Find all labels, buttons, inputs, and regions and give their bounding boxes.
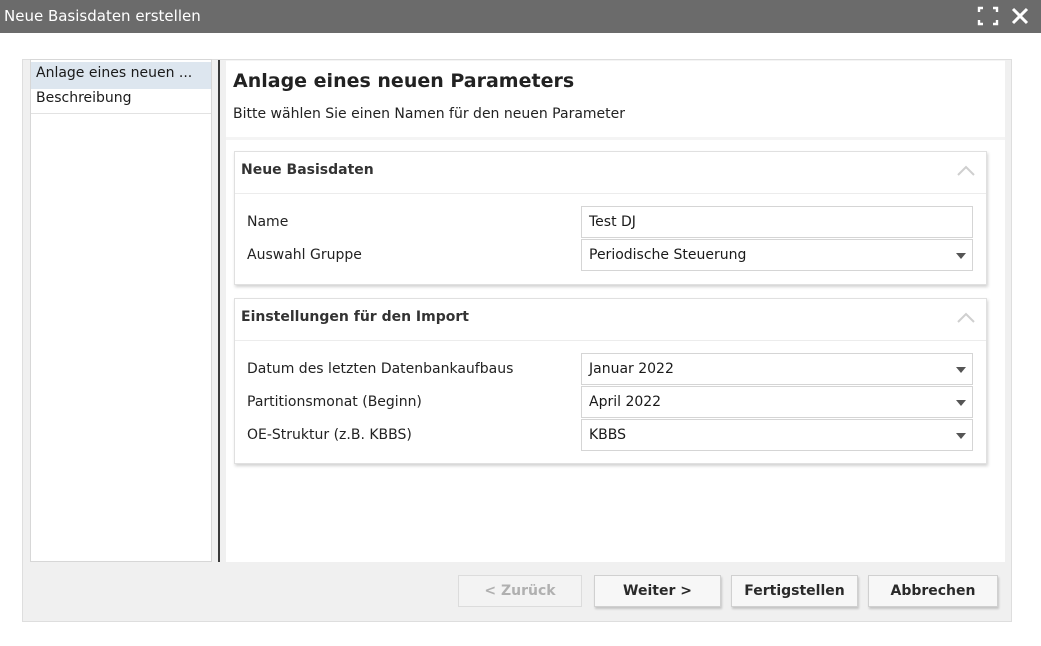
wizard-step-list: Anlage eines neuen ... Beschreibung — [30, 59, 212, 562]
datum-datenbankaufbau-select[interactable]: Januar 2022 — [581, 353, 973, 385]
panel-title: Neue Basisdaten — [241, 162, 374, 178]
name-input-value: Test DJ — [589, 214, 636, 230]
close-icon[interactable] — [1009, 6, 1031, 26]
auswahl-gruppe-value: Periodische Steuerung — [589, 247, 747, 263]
oe-struktur-label: OE-Struktur (z.B. KBBS) — [247, 427, 412, 443]
oe-struktur-value: KBBS — [589, 427, 627, 443]
wizard-step-label: Anlage eines neuen ... — [36, 65, 193, 81]
cancel-button[interactable]: Abbrechen — [868, 575, 998, 607]
panel-title: Einstellungen für den Import — [241, 309, 469, 325]
oe-struktur-select[interactable]: KBBS — [581, 419, 973, 451]
chevron-up-icon[interactable] — [956, 310, 976, 324]
dropdown-arrow-icon — [956, 433, 966, 439]
name-label: Name — [247, 214, 289, 230]
page-subtitle: Bitte wählen Sie einen Namen für den neu… — [233, 106, 626, 122]
partitionsmonat-value: April 2022 — [589, 394, 662, 410]
dropdown-arrow-icon — [956, 253, 966, 259]
dropdown-arrow-icon — [956, 400, 966, 406]
panel-divider — [235, 340, 986, 341]
next-button[interactable]: Weiter > — [594, 575, 721, 607]
auswahl-gruppe-label: Auswahl Gruppe — [247, 247, 362, 263]
partitionsmonat-select[interactable]: April 2022 — [581, 386, 973, 418]
wizard-step-anlage[interactable]: Anlage eines neuen ... — [31, 62, 211, 89]
window-titlebar: Neue Basisdaten erstellen — [0, 0, 1041, 33]
name-input[interactable]: Test DJ — [581, 206, 973, 238]
panel-import-settings: Einstellungen für den Import Datum des l… — [234, 298, 987, 464]
datum-datenbankaufbau-value: Januar 2022 — [589, 361, 674, 377]
dropdown-arrow-icon — [956, 367, 966, 373]
panel-divider — [235, 193, 986, 194]
back-button[interactable]: < Zurück — [458, 575, 582, 607]
page-title: Anlage eines neuen Parameters — [233, 70, 575, 92]
partitionsmonat-label: Partitionsmonat (Beginn) — [247, 394, 422, 410]
finish-button[interactable]: Fertigstellen — [731, 575, 858, 607]
wizard-step-label: Beschreibung — [36, 90, 132, 106]
auswahl-gruppe-select[interactable]: Periodische Steuerung — [581, 239, 973, 271]
panel-neue-basisdaten: Neue Basisdaten Name Test DJ Auswahl Gru… — [234, 151, 987, 285]
chevron-up-icon[interactable] — [956, 163, 976, 177]
panel-splitter[interactable] — [218, 60, 220, 562]
maximize-icon[interactable] — [977, 6, 999, 26]
page-header: Anlage eines neuen Parameters Bitte wähl… — [226, 61, 1005, 137]
datum-datenbankaufbau-label: Datum des letzten Datenbankaufbaus — [247, 361, 514, 377]
wizard-step-beschreibung[interactable]: Beschreibung — [31, 87, 211, 114]
window-title: Neue Basisdaten erstellen — [4, 7, 201, 25]
